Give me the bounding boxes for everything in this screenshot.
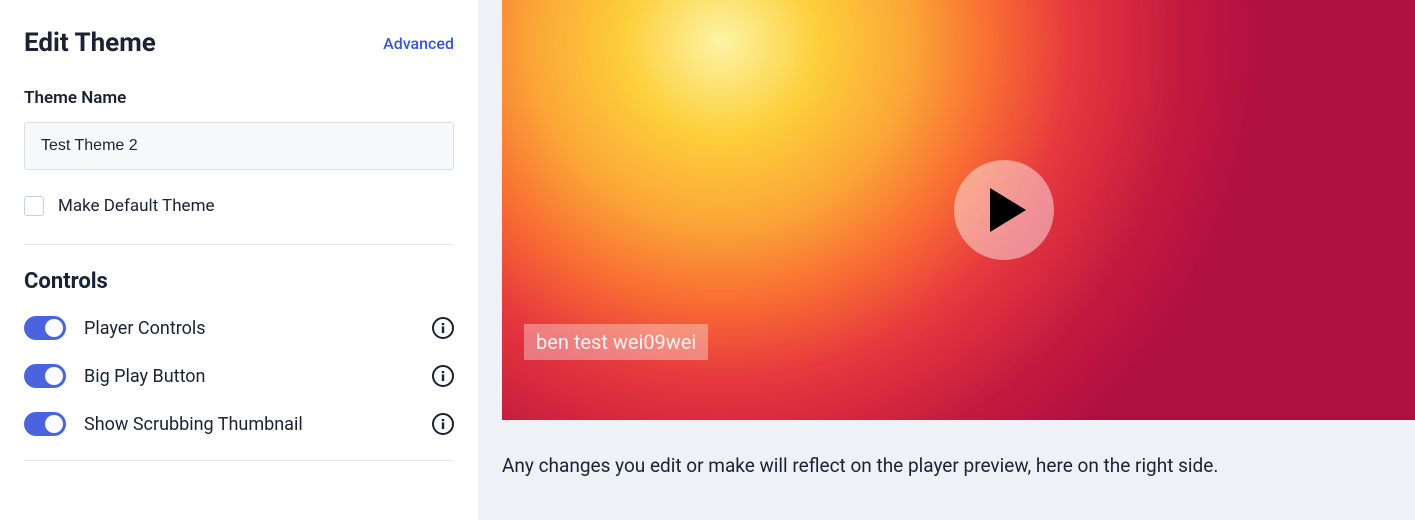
- advanced-link[interactable]: Advanced: [383, 34, 454, 53]
- preview-pane: ben test wei09wei Any changes you edit o…: [478, 0, 1415, 520]
- header-row: Edit Theme Advanced: [24, 28, 454, 58]
- play-button[interactable]: [954, 160, 1054, 260]
- toggle-big-play[interactable]: [24, 364, 66, 388]
- default-theme-checkbox[interactable]: [24, 196, 44, 216]
- divider: [24, 460, 454, 461]
- info-icon[interactable]: [432, 317, 454, 339]
- page-title: Edit Theme: [24, 28, 156, 58]
- divider: [24, 244, 454, 245]
- toggle-knob: [45, 319, 63, 337]
- theme-name-input[interactable]: [24, 122, 454, 170]
- toggle-row-scrubbing: Show Scrubbing Thumbnail: [24, 412, 454, 436]
- default-theme-row: Make Default Theme: [24, 196, 454, 216]
- theme-name-label: Theme Name: [24, 88, 454, 108]
- toggle-player-controls[interactable]: [24, 316, 66, 340]
- toggle-row-big-play: Big Play Button: [24, 364, 454, 388]
- toggle-knob: [45, 367, 63, 385]
- info-icon[interactable]: [432, 413, 454, 435]
- watermark: ben test wei09wei: [524, 324, 708, 360]
- video-player: ben test wei09wei: [502, 0, 1415, 420]
- controls-title: Controls: [24, 269, 454, 294]
- toggle-label-scrubbing: Show Scrubbing Thumbnail: [84, 414, 414, 435]
- default-theme-label: Make Default Theme: [58, 196, 215, 216]
- toggle-label-player-controls: Player Controls: [84, 318, 414, 339]
- toggle-scrubbing[interactable]: [24, 412, 66, 436]
- toggle-label-big-play: Big Play Button: [84, 366, 414, 387]
- toggle-row-player-controls: Player Controls: [24, 316, 454, 340]
- info-icon[interactable]: [432, 365, 454, 387]
- play-icon: [990, 188, 1026, 232]
- preview-hint: Any changes you edit or make will reflec…: [502, 452, 1415, 481]
- toggle-knob: [45, 415, 63, 433]
- sidebar: Edit Theme Advanced Theme Name Make Defa…: [0, 0, 478, 520]
